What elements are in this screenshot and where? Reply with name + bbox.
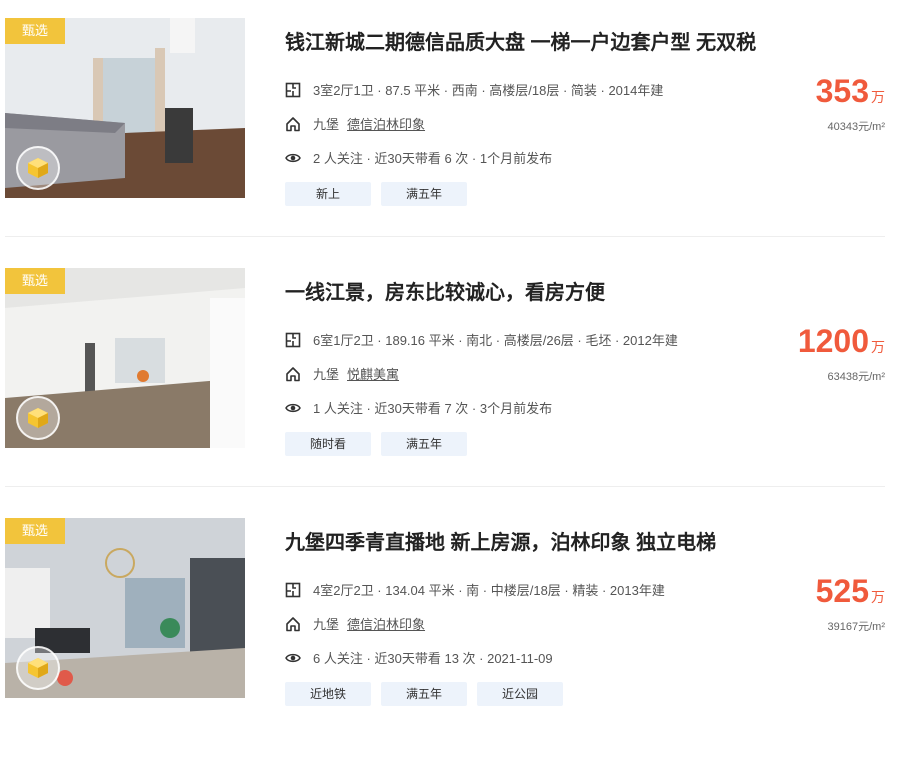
listing-card[interactable]: 甄选 一线江景，房东比较诚心，看房方便 6室1厅2卫 · 189.16 平米 ·… xyxy=(0,268,907,508)
vr-cube-icon[interactable] xyxy=(16,146,60,190)
price-number: 1200 xyxy=(797,323,869,359)
unit-price: 40343元/m² xyxy=(827,121,885,133)
tag: 满五年 xyxy=(381,682,467,706)
listing-title[interactable]: 九堡四季青直播地 新上房源，泊林印象 独立电梯 xyxy=(285,526,716,555)
home-icon xyxy=(286,616,300,631)
house-info: 4室2厅2卫 · 134.04 平米 · 南 · 中楼层/18层 · 精装 · … xyxy=(285,580,665,599)
tag: 近地铁 xyxy=(285,682,371,706)
area-name: 九堡 xyxy=(313,617,340,632)
selected-badge: 甄选 xyxy=(5,18,65,44)
location: 九堡 德信泊林印象 xyxy=(285,614,425,633)
location: 九堡 悦麒美寓 xyxy=(285,364,399,383)
community-link[interactable]: 悦麒美寓 xyxy=(347,364,399,383)
follow-info: 2 人关注 · 近30天带看 6 次 · 1个月前发布 xyxy=(285,148,552,167)
tag-list: 近地铁 满五年 近公园 xyxy=(285,682,563,706)
area-name: 九堡 xyxy=(313,117,340,132)
tag: 满五年 xyxy=(381,182,467,206)
follow-text: 1 人关注 · 近30天带看 7 次 · 3个月前发布 xyxy=(313,401,553,416)
price-unit: 万 xyxy=(871,89,885,105)
house-info-text: 6室1厅2卫 · 189.16 平米 · 南北 · 高楼层/26层 · 毛坯 ·… xyxy=(313,333,678,348)
floorplan-icon xyxy=(285,582,301,597)
area-name: 九堡 xyxy=(313,367,340,382)
follow-text: 6 人关注 · 近30天带看 13 次 · 2021-11-09 xyxy=(313,651,553,666)
unit-price: 63438元/m² xyxy=(827,371,885,383)
tag: 满五年 xyxy=(381,432,467,456)
price-unit: 万 xyxy=(871,339,885,355)
eye-icon xyxy=(285,653,301,662)
tag: 随时看 xyxy=(285,432,371,456)
vr-cube-icon[interactable] xyxy=(16,396,60,440)
tag: 新上 xyxy=(285,182,371,206)
divider xyxy=(5,236,885,237)
tag-list: 随时看 满五年 xyxy=(285,432,467,456)
community-link[interactable]: 德信泊林印象 xyxy=(347,614,425,633)
selected-badge: 甄选 xyxy=(5,268,65,294)
price-number: 353 xyxy=(815,73,869,109)
selected-badge: 甄选 xyxy=(5,518,65,544)
house-info: 6室1厅2卫 · 189.16 平米 · 南北 · 高楼层/26层 · 毛坯 ·… xyxy=(285,330,678,349)
tag-list: 新上 满五年 xyxy=(285,182,467,206)
total-price: 1200 万 xyxy=(798,323,885,360)
total-price: 525 万 xyxy=(816,573,885,610)
house-info-text: 3室2厅1卫 · 87.5 平米 · 西南 · 高楼层/18层 · 简装 · 2… xyxy=(313,83,664,98)
price-number: 525 xyxy=(815,573,869,609)
vr-cube-icon[interactable] xyxy=(16,646,60,690)
follow-info: 6 人关注 · 近30天带看 13 次 · 2021-11-09 xyxy=(285,648,553,667)
total-price: 353 万 xyxy=(816,73,885,110)
divider xyxy=(5,486,885,487)
community-link[interactable]: 德信泊林印象 xyxy=(347,114,425,133)
house-info-text: 4室2厅2卫 · 134.04 平米 · 南 · 中楼层/18层 · 精装 · … xyxy=(313,583,665,598)
listing-title[interactable]: 钱江新城二期德信品质大盘 一梯一户边套户型 无双税 xyxy=(285,26,756,55)
listing-card[interactable]: 甄选 钱江新城二期德信品质大盘 一梯一户边套户型 无双税 3室2厅1卫 · 87… xyxy=(0,18,907,258)
floorplan-icon xyxy=(285,82,301,97)
eye-icon xyxy=(285,153,301,162)
location: 九堡 德信泊林印象 xyxy=(285,114,425,133)
listing-card[interactable]: 甄选 九堡四季青直播地 新上房源，泊林印象 独立电梯 4室2厅2卫 · 134.… xyxy=(0,518,907,758)
tag: 近公园 xyxy=(477,682,563,706)
unit-price: 39167元/m² xyxy=(827,621,885,633)
house-info: 3室2厅1卫 · 87.5 平米 · 西南 · 高楼层/18层 · 简装 · 2… xyxy=(285,80,663,99)
follow-info: 1 人关注 · 近30天带看 7 次 · 3个月前发布 xyxy=(285,398,552,417)
home-icon xyxy=(286,116,300,131)
follow-text: 2 人关注 · 近30天带看 6 次 · 1个月前发布 xyxy=(313,151,553,166)
price-unit: 万 xyxy=(871,589,885,605)
floorplan-icon xyxy=(285,332,301,347)
eye-icon xyxy=(285,403,301,412)
home-icon xyxy=(286,366,300,381)
listing-title[interactable]: 一线江景，房东比较诚心，看房方便 xyxy=(285,276,605,305)
